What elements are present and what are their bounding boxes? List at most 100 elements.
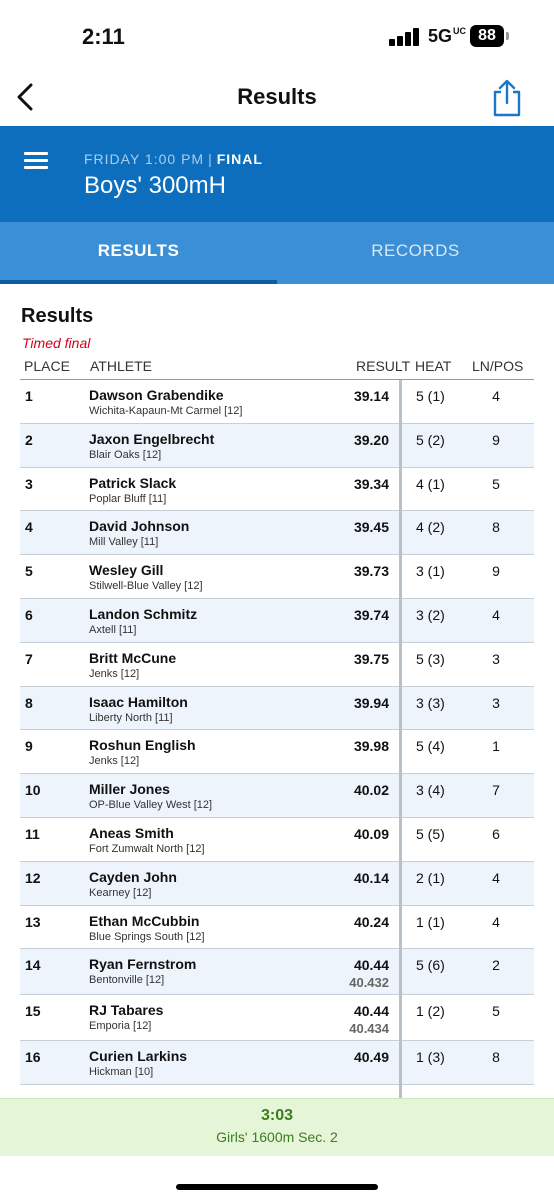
lane-position-cell: 8 [492,1049,500,1066]
result-cell: 40.02 [353,782,389,799]
athlete-name: Roshun English [89,737,196,754]
lane-position-cell: 7 [492,782,500,799]
place-cell: 1 [25,388,33,404]
result-cell: 39.98 [353,738,389,755]
result-cell: 39.74 [353,606,389,623]
event-meta-separator: | [208,151,213,167]
place-cell: 5 [25,563,33,580]
next-event-name: Girls' 1600m Sec. 2 [216,1129,338,1145]
lane-position-cell: 4 [492,388,500,404]
heat-cell: 1 (1) [416,913,445,930]
tab-bar: RESULTS RECORDS [0,222,554,284]
place-cell: 2 [25,431,33,448]
athlete-name: Curien Larkins [89,1048,188,1065]
result-cell: 40.44 [353,1003,389,1020]
lane-position-cell: 6 [492,825,500,842]
place-cell: 8 [25,694,33,711]
athlete-name: Dawson Grabendike [89,387,224,403]
athlete-name: Patrick Slack [89,474,177,491]
athlete-name: David Johnson [89,518,190,535]
result-cell: 39.14 [353,388,389,404]
athlete-team: Bentonville [12] [89,974,165,987]
table-row[interactable]: 16 Curien Larkins Hickman [10] 40.49 1 (3) 8 [20,1041,534,1086]
menu-button[interactable] [24,152,48,170]
result-cell: 40.24 [353,913,389,930]
heat-cell: 5 (6) [416,957,445,974]
next-event-banner[interactable]: 3:03 Girls' 1600m Sec. 2 [0,1098,554,1156]
heat-cell: 5 (5) [416,825,445,842]
lane-position-cell: 4 [492,606,500,623]
table-row[interactable]: 2 Jaxon Engelbrecht Blair Oaks [12] 39.20 5 … [20,423,534,468]
table-row[interactable]: 12 Cayden John Kearney [12] 40.14 2 (1) 4 [20,861,534,906]
lane-position-cell: 9 [492,563,500,580]
table-row[interactable]: 13 Ethan McCubbin Blue Springs South [12] 4… [20,906,534,950]
table-row[interactable]: 1 Dawson Grabendike Wichita-Kapaun-Mt Carm… [20,380,534,424]
lane-position-cell: 5 [492,475,500,492]
table-row[interactable]: 15 RJ Tabares Emporia [12] 40.44 40.434 1 (2)… [20,995,534,1042]
athlete-team: Fort Zumwalt North [12] [89,842,205,855]
athlete-team: Blair Oaks [12] [89,448,162,461]
athlete-name: Aneas Smith [89,824,174,841]
result-cell: 39.73 [353,563,389,580]
athlete-team: Stilwell-Blue Valley [12] [89,580,203,593]
athlete-name: RJ Tabares [89,1002,164,1019]
athlete-name: Miller Jones [89,781,170,798]
table-row[interactable]: 17Jaeden Davis40.552 (5)1 [20,1085,534,1086]
lane-position-cell: 5 [492,1003,500,1020]
result-cell: 40.09 [353,825,389,842]
results-heading: Results [21,305,94,327]
event-day-time: FRIDAY 1:00 PM [84,151,205,167]
place-cell: 6 [25,606,33,623]
result-cell: 39.94 [353,694,389,711]
results-table[interactable]: 1 Dawson Grabendike Wichita-Kapaun-Mt Carm… [20,380,534,1086]
place-cell: 13 [25,913,41,930]
table-row[interactable]: 11 Aneas Smith Fort Zumwalt North [12] 40.0… [20,818,534,862]
table-row[interactable]: 3 Patrick Slack Poplar Bluff [11] 39.34 4 (1… [20,468,534,512]
heat-cell: 5 (1) [416,388,445,404]
table-row[interactable]: 10 Miller Jones OP-Blue Valley West [12] 40… [20,774,534,818]
event-header: FRIDAY 1:00 PM | FINAL Boys' 300mH [0,126,554,222]
battery-icon: 88 [470,25,504,47]
table-row[interactable]: 7 Britt McCune Jenks [12] 39.75 5 (3) 3 [20,643,534,687]
place-cell: 11 [25,825,40,842]
athlete-team: Axtell [11] [89,623,137,636]
result-cell: 39.20 [353,431,389,448]
page-title: Results [237,84,317,109]
result-detail-cell: 40.434 [349,1021,389,1037]
athlete-name: Ethan McCubbin [89,912,200,929]
column-header-place: PLACE [24,358,70,374]
place-cell: 9 [25,738,33,755]
lane-position-cell: 3 [492,694,500,711]
table-row[interactable]: 5 Wesley Gill Stilwell-Blue Valley [12] 39.… [20,555,534,599]
place-cell: 7 [25,650,33,667]
home-indicator [176,1184,378,1190]
table-row[interactable]: 6 Landon Schmitz Axtell [11] 39.74 3 (2) 4 [20,598,534,643]
table-row[interactable]: 9 Roshun English Jenks [12] 39.98 5 (4) 1 [20,730,534,775]
athlete-name: Britt McCune [89,649,177,666]
place-cell: 12 [25,869,41,886]
column-header-result: RESULT [356,358,411,374]
result-cell: 40.49 [353,1049,389,1066]
place-cell: 4 [25,519,33,536]
athlete-name: Jaxon Engelbrecht [89,430,215,447]
table-row[interactable]: 14 Ryan Fernstrom Bentonville [12] 40.44 40.… [20,949,534,996]
lane-position-cell: 2 [492,957,500,974]
result-cell: 40.44 [353,957,389,974]
tab-records[interactable]: RECORDS [277,222,554,284]
tab-results[interactable]: RESULTS [0,222,277,284]
athlete-name: Isaac Hamilton [89,693,188,710]
heat-cell: 1 (3) [416,1049,445,1066]
column-header-lane-position: LN/POS [472,358,524,374]
column-divider [399,380,402,1098]
share-button[interactable] [490,78,524,118]
heat-cell: 4 (1) [416,475,445,492]
event-status: FINAL [216,151,263,167]
table-row[interactable]: 8 Isaac Hamilton Liberty North [11] 39.94 3 … [20,686,534,731]
heat-cell: 3 (1) [416,563,445,580]
table-row[interactable]: 4 David Johnson Mill Valley [11] 39.45 4 (2)… [20,511,534,556]
share-icon [493,79,521,117]
column-header-athlete: ATHLETE [90,358,152,374]
lane-position-cell: 4 [492,913,500,930]
place-cell: 10 [25,782,41,799]
heat-cell: 5 (3) [416,650,445,667]
